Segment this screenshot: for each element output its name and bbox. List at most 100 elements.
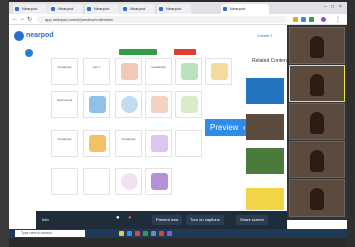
tab-label: Nearpod [166, 6, 182, 11]
app-icon[interactable] [151, 231, 156, 236]
app-icon[interactable] [159, 231, 164, 236]
nearpod-favicon-icon [51, 7, 55, 11]
slide-card[interactable]: Vocabulary [115, 130, 142, 157]
nearpod-favicon-icon [123, 7, 127, 11]
file-explorer-icon[interactable] [119, 231, 124, 236]
url-field[interactable]: app.nearpod.com/#/preview/collection/ [37, 16, 287, 23]
extension-icon[interactable] [301, 17, 306, 22]
related-content-item[interactable] [246, 188, 284, 210]
slide-card[interactable] [175, 91, 202, 118]
slide-thumbnail [151, 96, 168, 113]
slide-card[interactable]: part 1 [83, 58, 110, 85]
microphone-icon[interactable]: ● [116, 215, 120, 221]
browser-menu-icon[interactable]: ⋮ [335, 16, 341, 23]
participant-image [310, 36, 324, 58]
slide-thumbnail [211, 63, 228, 80]
meeting-info[interactable]: Info [42, 217, 49, 222]
captions-button[interactable]: Turn on captions [186, 215, 224, 225]
nearpod-favicon-icon [159, 7, 163, 11]
meet-icon[interactable] [143, 231, 148, 236]
browser-address-bar: ← → ↻ app.nearpod.com/#/preview/collecti… [9, 14, 347, 25]
close-icon[interactable]: × [339, 4, 342, 10]
slide-thumbnail [89, 96, 106, 113]
lesson-toolbar [9, 47, 287, 57]
browser-tab[interactable]: Nearpod [121, 4, 155, 14]
nearpod-favicon-icon [87, 7, 91, 11]
slide-card[interactable] [51, 168, 78, 195]
browser-tab[interactable]: Nearpod [157, 4, 191, 14]
slide-card[interactable] [83, 168, 110, 195]
chevron-right-icon: › [242, 123, 246, 132]
slide-thumbnail [151, 135, 168, 152]
slide-card[interactable] [175, 58, 202, 85]
forward-arrow-icon[interactable]: → [19, 16, 25, 22]
back-arrow-icon[interactable]: ← [12, 16, 18, 22]
windows-taskbar: Type here to search [9, 229, 347, 238]
preview-button[interactable]: Preview › [205, 119, 249, 136]
slide-card[interactable]: Vocabulary [51, 58, 78, 85]
related-content-item[interactable] [246, 148, 284, 174]
related-content-item[interactable] [246, 78, 284, 104]
top-button[interactable] [174, 49, 196, 55]
edge-icon[interactable] [127, 231, 132, 236]
nearpod-favicon-icon [15, 7, 19, 11]
browser-tab[interactable]: Nearpod [13, 4, 47, 14]
participant-video-tile[interactable] [289, 179, 345, 217]
browser-tab[interactable]: Nearpod [49, 4, 83, 14]
related-content-title: Related Content [252, 58, 289, 64]
related-content-item[interactable] [246, 114, 284, 140]
participant-video-tile[interactable] [289, 141, 345, 178]
hang-up-icon[interactable]: ● [128, 215, 132, 221]
slide-card[interactable] [175, 130, 202, 157]
participant-image [310, 188, 324, 210]
share-screen-button[interactable]: Share screen [236, 215, 268, 225]
taskbar-search-input[interactable]: Type here to search [15, 230, 85, 237]
nearpod-logo-text: nearpod [26, 32, 54, 39]
slide-card[interactable] [145, 168, 172, 195]
monitor-screen: Nearpod Nearpod Nearpod Nearpod Nearpod … [9, 2, 347, 238]
browser-tab-strip: Nearpod Nearpod Nearpod Nearpod Nearpod … [9, 2, 347, 14]
participant-video-tile[interactable] [289, 65, 345, 102]
camera-frame-right [347, 0, 355, 247]
slide-thumbnail [121, 96, 138, 113]
nearpod-header: nearpod Create ≡ [9, 25, 287, 47]
tab-label: Nearpod [230, 6, 246, 11]
browser-tab[interactable]: Nearpod [85, 4, 119, 14]
maximize-icon[interactable]: □ [331, 4, 334, 10]
slide-thumbnail [181, 96, 198, 113]
reload-icon[interactable]: ↻ [27, 16, 32, 23]
extension-icon[interactable] [309, 17, 314, 22]
tab-label: Nearpod [22, 6, 38, 11]
slide-card[interactable] [115, 168, 142, 195]
slide-card[interactable]: Vocabulary [51, 130, 78, 157]
minimize-icon[interactable]: – [324, 4, 327, 10]
participant-image [310, 74, 324, 96]
slide-card[interactable] [115, 58, 142, 85]
participant-video-tile[interactable] [289, 103, 345, 140]
profile-avatar-icon[interactable] [321, 17, 326, 22]
participant-video-tile[interactable] [289, 27, 345, 64]
browser-tab-active[interactable]: Nearpod [221, 4, 269, 14]
participant-image [310, 112, 324, 134]
app-icon[interactable] [167, 231, 172, 236]
slide-card[interactable] [205, 58, 232, 85]
slide-card[interactable] [83, 130, 110, 157]
slide-card[interactable] [145, 130, 172, 157]
create-menu-link[interactable]: Create ≡ [257, 33, 272, 38]
chrome-icon[interactable] [135, 231, 140, 236]
participant-image [310, 150, 324, 172]
slide-card[interactable] [145, 91, 172, 118]
extension-icon[interactable] [293, 17, 298, 22]
slide-thumbnail [121, 173, 138, 190]
slide-card[interactable]: Vocabulary [145, 58, 172, 85]
lesson-menu-button[interactable] [25, 49, 33, 57]
present-now-button[interactable]: Present now [152, 215, 183, 225]
add-slide-button[interactable] [119, 49, 157, 55]
slide-card[interactable] [115, 91, 142, 118]
meet-control-bar: Info ● ● Present now Turn on captions Sh… [36, 211, 287, 229]
slide-card[interactable] [83, 91, 110, 118]
meet-participants-panel [287, 25, 347, 220]
slide-card[interactable]: Spell words [51, 91, 78, 118]
slide-thumbnail [181, 63, 198, 80]
slide-thumbnail [121, 63, 138, 80]
